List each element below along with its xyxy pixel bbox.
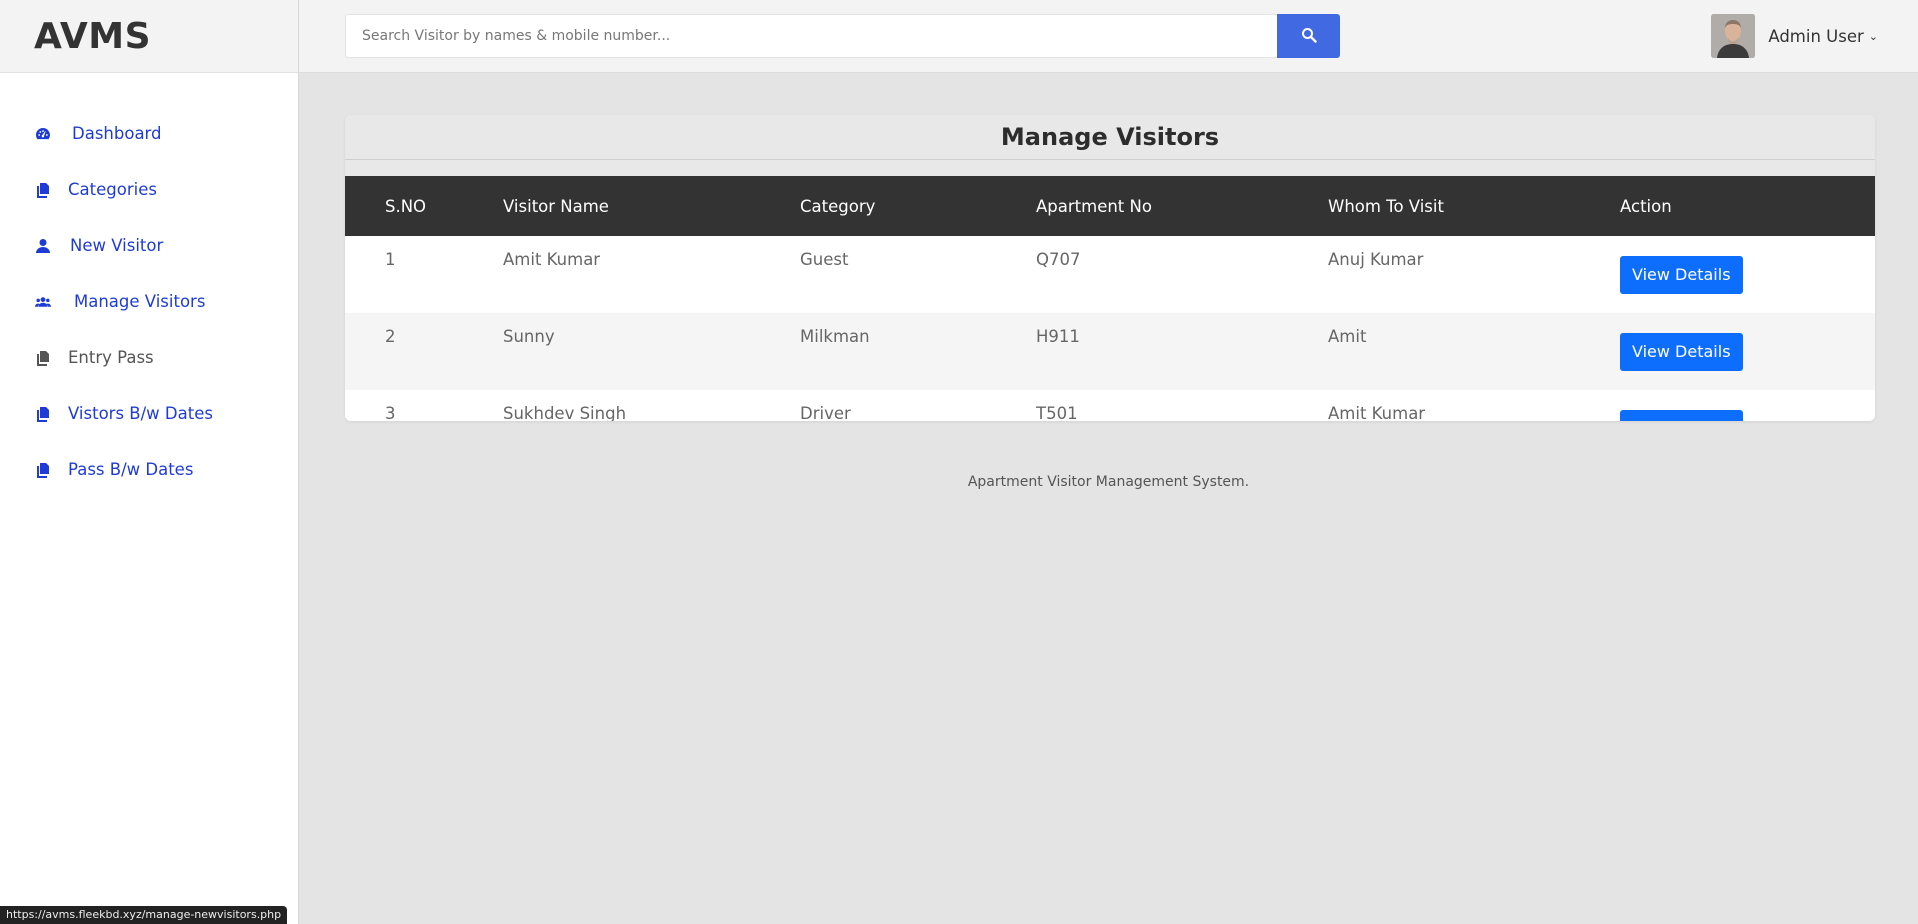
- sidebar-item-label: Manage Visitors: [74, 292, 206, 311]
- sidebar-item-label: New Visitor: [70, 236, 164, 255]
- chevron-down-icon: ⌄: [1868, 29, 1878, 43]
- copy-icon: [34, 461, 52, 479]
- topbar: Admin User ⌄: [299, 0, 1918, 73]
- sidebar-item-label: Categories: [68, 180, 157, 199]
- cell-action: View Details: [1619, 313, 1875, 390]
- sidebar-item-label: Entry Pass: [68, 348, 154, 367]
- cell-action: View Details: [1619, 390, 1875, 421]
- table-header-row: S.NO Visitor Name Category Apartment No …: [345, 176, 1875, 236]
- footer-text: Apartment Visitor Management System.: [967, 474, 1250, 490]
- avatar: [1711, 14, 1756, 58]
- cell-apartment-no: Q707: [1036, 250, 1081, 269]
- cell-visitor-name: Sunny: [503, 327, 555, 346]
- brand-logo[interactable]: AVMS: [0, 0, 298, 73]
- cell-whom-to-visit: Amit: [1328, 327, 1367, 346]
- users-icon: [34, 293, 52, 311]
- sidebar: AVMS Dashboard Categories New Visitor Ma…: [0, 0, 299, 924]
- column-header-action: Action: [1620, 196, 1672, 216]
- column-header-visitor-name: Visitor Name: [503, 196, 609, 216]
- cell-sno: 3: [385, 404, 396, 421]
- cell-category: Driver: [800, 404, 851, 421]
- tachometer-icon: [34, 125, 52, 143]
- sidebar-item-label: Pass B/w Dates: [68, 460, 194, 479]
- user-name: Admin User: [1768, 26, 1864, 46]
- sidebar-item-pass-bw-dates[interactable]: Pass B/w Dates: [34, 460, 193, 479]
- column-header-apartment-no: Apartment No: [1036, 196, 1152, 216]
- column-header-sno: S.NO: [385, 196, 427, 216]
- sidebar-item-categories[interactable]: Categories: [34, 180, 157, 199]
- cell-category: Milkman: [800, 327, 870, 346]
- search-icon: [1301, 27, 1317, 46]
- sidebar-item-entry-pass[interactable]: Entry Pass: [34, 348, 154, 367]
- cell-whom-to-visit: Amit Kumar: [1328, 404, 1426, 421]
- cell-visitor-name: Sukhdev Singh: [503, 404, 627, 421]
- cell-whom-to-visit: Anuj Kumar: [1328, 250, 1424, 269]
- manage-visitors-card: Manage Visitors S.NO Visitor Name Catego…: [345, 115, 1875, 421]
- search-input[interactable]: [345, 14, 1277, 58]
- cell-category: Guest: [800, 250, 849, 269]
- status-bar-url: https://avms.fleekbd.xyz/manage-newvisit…: [0, 906, 288, 924]
- table-row: 3 Sukhdev Singh Driver T501 Amit Kumar V…: [345, 390, 1875, 421]
- sidebar-item-label: Dashboard: [72, 124, 162, 143]
- column-header-category: Category: [800, 196, 876, 216]
- visitors-table: S.NO Visitor Name Category Apartment No …: [345, 176, 1875, 421]
- sidebar-item-manage-visitors[interactable]: Manage Visitors: [34, 292, 205, 311]
- cell-visitor-name: Amit Kumar: [503, 250, 601, 269]
- sidebar-item-new-visitor[interactable]: New Visitor: [34, 236, 163, 255]
- cell-apartment-no: T501: [1036, 404, 1078, 421]
- view-details-button[interactable]: View Details: [1620, 332, 1743, 371]
- table-row: 1 Amit Kumar Guest Q707 Anuj Kumar View …: [345, 236, 1875, 313]
- user-menu[interactable]: Admin User ⌄: [1711, 14, 1878, 58]
- sidebar-item-visitors-bw-dates[interactable]: Vistors B/w Dates: [34, 404, 213, 423]
- card-spacer: [345, 160, 1875, 176]
- view-details-button[interactable]: View Details: [1620, 255, 1743, 294]
- copy-icon: [34, 181, 52, 199]
- page-title: Manage Visitors: [345, 115, 1875, 160]
- user-icon: [34, 237, 52, 255]
- search-button[interactable]: [1277, 14, 1340, 58]
- cell-sno: 1: [385, 250, 396, 269]
- column-header-whom-to-visit: Whom To Visit: [1328, 196, 1444, 216]
- cell-action: View Details: [1619, 236, 1875, 313]
- cell-apartment-no: H911: [1036, 327, 1080, 346]
- copy-icon: [34, 349, 52, 367]
- view-details-button[interactable]: View Details: [1620, 409, 1743, 421]
- sidebar-item-dashboard[interactable]: Dashboard: [34, 124, 162, 143]
- cell-sno: 2: [385, 327, 396, 346]
- sidebar-item-label: Vistors B/w Dates: [68, 404, 213, 423]
- copy-icon: [34, 405, 52, 423]
- table-row: 2 Sunny Milkman H911 Amit View Details: [345, 313, 1875, 390]
